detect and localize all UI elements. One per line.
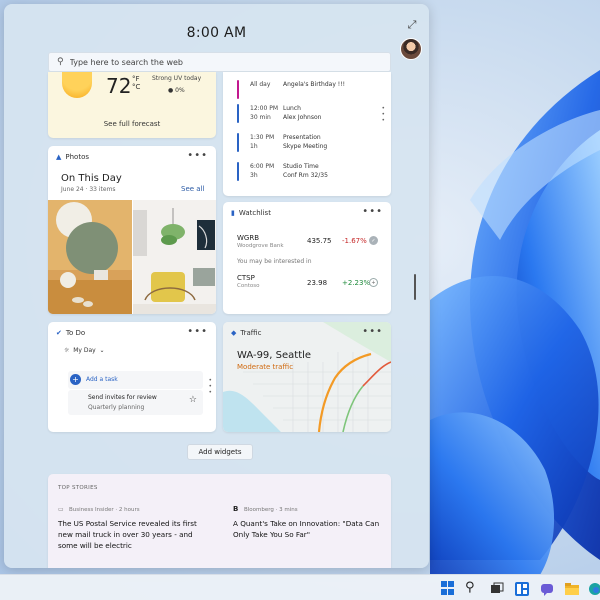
interest-label: You may be interested in: [237, 258, 312, 265]
sun-icon: [62, 72, 92, 98]
see-all-link[interactable]: See all: [181, 185, 204, 193]
edge-browser-icon[interactable]: [588, 581, 600, 595]
traffic-header: ◆ Traffic: [231, 329, 262, 337]
more-options-icon[interactable]: •••: [362, 326, 383, 337]
my-day-dropdown[interactable]: ☼ My Day ⌄: [64, 347, 105, 354]
calendar-widget[interactable]: All day Angela's Birthday !!! 12:00 PM 30…: [223, 72, 391, 196]
stock-name: Contoso: [237, 283, 260, 289]
search-taskbar-icon[interactable]: ⚲: [465, 581, 479, 595]
story-source: ▭ Business Insider · 2 hours: [58, 506, 140, 513]
sun-small-icon: ☼: [64, 347, 70, 354]
photos-subtitle: June 24 · 33 items: [61, 186, 116, 193]
photo-thumbnail[interactable]: [133, 200, 216, 314]
expand-icon[interactable]: ⤢: [403, 16, 421, 34]
event-color-bar: [237, 133, 239, 152]
search-input[interactable]: [69, 57, 370, 67]
story-headline[interactable]: The US Postal Service revealed its first…: [58, 518, 213, 551]
widgets-taskbar-icon[interactable]: [515, 581, 529, 596]
todo-widget[interactable]: ✔ To Do ••• ☼ My Day ⌄ + Add a task Send…: [48, 322, 216, 432]
raindrop-icon: ●: [168, 87, 174, 94]
event-color-bar: [237, 104, 239, 123]
temperature-unit: °F °C: [132, 75, 141, 91]
chat-icon[interactable]: [540, 581, 554, 596]
see-forecast-link[interactable]: See full forecast: [48, 120, 216, 128]
stock-change: +2.23%: [342, 279, 371, 287]
task-subtitle: Quarterly planning: [88, 404, 145, 411]
bloomberg-logo-icon: B: [233, 505, 239, 513]
stock-change: -1.67%: [342, 237, 367, 245]
clock: 8:00 AM: [186, 25, 247, 41]
add-task-button[interactable]: + Add a task: [68, 371, 203, 389]
stock-name: Woodgrove Bank: [237, 243, 284, 249]
task-item[interactable]: Send invites for review Quarterly planni…: [68, 390, 203, 415]
todo-header: ✔ To Do: [56, 329, 86, 337]
event-title: Lunch Alex Johnson: [283, 105, 322, 121]
top-stories-widget[interactable]: TOP STORIES ▭ Business Insider · 2 hours…: [48, 474, 391, 568]
watchlist-widget[interactable]: ▮ Watchlist ••• WGRB Woodgrove Bank 435.…: [223, 202, 391, 314]
search-icon: ⚲: [57, 57, 64, 67]
stock-symbol[interactable]: CTSP: [237, 274, 255, 282]
photos-widget[interactable]: ▲ Photos ••• On This Day June 24 · 33 it…: [48, 146, 216, 314]
task-title: Send invites for review: [88, 394, 157, 401]
traffic-widget[interactable]: ◆ Traffic ••• WA-99, Seattle Moderate tr…: [223, 322, 391, 432]
event-title: Angela's Birthday !!!: [283, 81, 345, 88]
photos-header: ▲ Photos: [56, 153, 90, 161]
photos-title: On This Day: [61, 173, 122, 184]
scroll-dots[interactable]: • • •: [381, 106, 385, 124]
more-options-icon[interactable]: •••: [362, 206, 383, 217]
precipitation: ● 0%: [168, 87, 185, 94]
widgets-panel: 8:00 AM ⤢ ⚲ 72 °F°C Strong UV today ● 0%…: [4, 4, 429, 568]
traffic-route: WA-99, Seattle: [237, 350, 312, 361]
traffic-status: Moderate traffic: [237, 363, 294, 371]
temperature: 72: [106, 74, 132, 98]
stock-price: 23.98: [307, 279, 328, 287]
weather-widget[interactable]: 72 °F °C Strong UV today ● 0% See full fo…: [48, 72, 216, 138]
task-view-icon[interactable]: [490, 581, 504, 595]
traffic-map[interactable]: [223, 322, 391, 432]
search-bar[interactable]: ⚲: [48, 52, 391, 72]
avatar[interactable]: [400, 38, 422, 60]
story-item[interactable]: ▭ Business Insider · 2 hours The US Post…: [58, 506, 213, 551]
top-stories-header: TOP STORIES: [58, 485, 98, 491]
todo-check-icon: ✔: [56, 329, 62, 337]
panel-scrollbar[interactable]: [414, 274, 416, 300]
stock-symbol[interactable]: WGRB: [237, 234, 259, 242]
add-widgets-button[interactable]: Add widgets: [187, 444, 253, 460]
more-options-icon[interactable]: •••: [187, 150, 208, 161]
traffic-icon: ◆: [231, 329, 237, 337]
chart-icon: ▮: [231, 209, 235, 217]
event-color-bar: [237, 162, 239, 181]
weather-condition: Strong UV today: [152, 75, 202, 82]
event-color-bar: [237, 80, 239, 99]
event-title: Studio Time Conf Rm 32/35: [283, 163, 328, 179]
taskbar: ⚲: [0, 574, 600, 600]
chevron-down-icon: ⌄: [99, 347, 105, 354]
story-source: B Bloomberg · 3 mins: [233, 505, 298, 513]
windows-start-icon[interactable]: [441, 581, 455, 595]
more-options-icon[interactable]: •••: [187, 326, 208, 337]
photo-thumbnail[interactable]: [48, 200, 132, 314]
star-icon[interactable]: ☆: [189, 395, 197, 405]
check-icon[interactable]: ✓: [369, 236, 378, 245]
story-item[interactable]: B Bloomberg · 3 mins A Quant's Take on I…: [233, 506, 388, 540]
add-icon[interactable]: +: [369, 278, 378, 287]
file-explorer-icon[interactable]: [565, 581, 579, 595]
scroll-dots[interactable]: • • •: [208, 378, 212, 396]
plus-icon: +: [70, 374, 81, 385]
photos-icon: ▲: [56, 153, 62, 161]
watchlist-header: ▮ Watchlist: [231, 209, 271, 217]
story-headline[interactable]: A Quant's Take on Innovation: "Data Can …: [233, 518, 388, 540]
stock-price: 435.75: [307, 237, 332, 245]
business-insider-logo-icon: ▭: [58, 506, 64, 513]
event-title: Presentation Skype Meeting: [283, 134, 328, 150]
